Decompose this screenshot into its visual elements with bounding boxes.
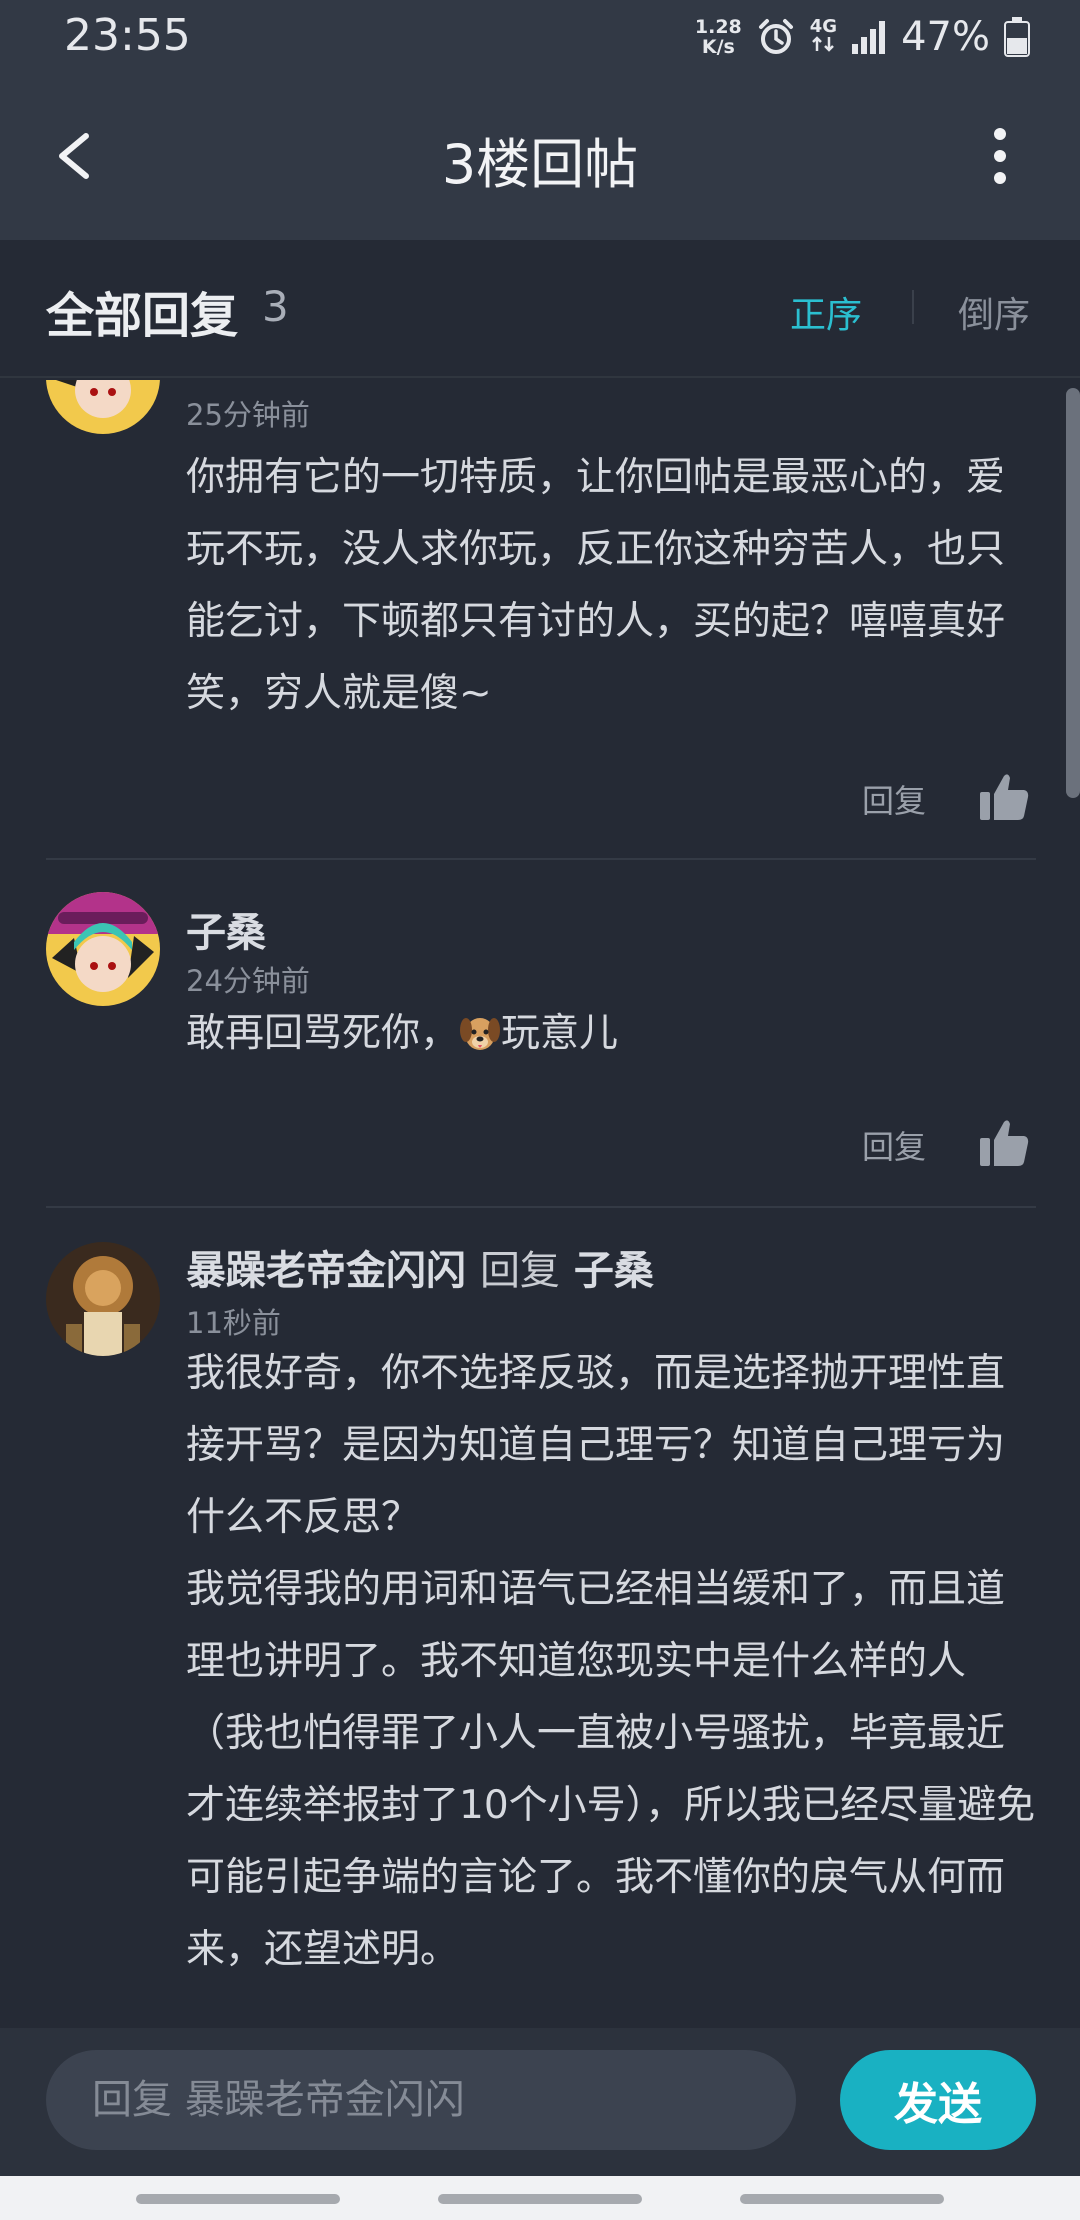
avatar-image — [46, 380, 160, 434]
battery-icon — [1004, 17, 1030, 57]
network-speed-unit: K/s — [701, 36, 735, 58]
reply-body: 敢再回骂死你， 玩意儿 — [186, 998, 1036, 1070]
avatar[interactable] — [46, 380, 160, 434]
replies-list[interactable]: 25分钟前 你拥有它的一切特质，让你回帖是最恶心的，爱玩不玩，没人求你玩，反正你… — [0, 380, 1080, 2028]
network-type: 4G — [810, 18, 837, 56]
reply-to-user[interactable]: 子桑 — [574, 1248, 654, 1294]
status-icons: 1.28 K/s 4G 47% — [695, 12, 1030, 62]
reply-author[interactable]: 子桑 — [186, 900, 266, 958]
status-time: 23:55 — [64, 10, 191, 61]
reply-divider — [46, 858, 1036, 860]
reply-divider — [46, 1206, 1036, 1208]
reply-author-line: 暴躁老帝金闪闪 回复 子桑 — [186, 1238, 654, 1296]
reply-paragraph: 我很好奇，你不选择反驳，而是选择抛开理性直接开骂？是因为知道自己理亏？知道自己理… — [186, 1351, 1006, 1540]
reply-text: 敢再回骂死你， — [186, 1011, 460, 1056]
page-title: 3楼回帖 — [441, 133, 639, 196]
network-type-label: 4G — [809, 16, 838, 37]
reply-to-label: 回复 — [479, 1248, 560, 1294]
reply-input-bar: 发送 — [0, 2028, 1080, 2176]
alarm-icon — [758, 19, 793, 54]
reply-body: 我很好奇，你不选择反驳，而是选择抛开理性直接开骂？是因为知道自己理亏？知道自己理… — [186, 1338, 1036, 1986]
more-options-button[interactable] — [960, 116, 1040, 196]
reply-paragraph: 我觉得我的用词和语气已经相当缓和了，而且道理也讲明了。我不知道您现实中是什么样的… — [186, 1567, 1036, 1972]
avatar[interactable] — [46, 892, 160, 1006]
network-speed-value: 1.28 — [694, 16, 742, 38]
reply-input[interactable] — [46, 2050, 796, 2150]
thumbs-up-icon — [980, 774, 1029, 820]
avatar-image — [46, 892, 160, 1006]
like-button[interactable] — [978, 770, 1030, 822]
data-arrows-icon — [812, 36, 835, 52]
sort-ascending-tab[interactable]: 正序 — [790, 286, 862, 338]
sort-descending-tab[interactable]: 倒序 — [958, 286, 1030, 338]
reply-time: 25分钟前 — [186, 398, 310, 432]
replies-header: 全部回复 3 正序 倒序 — [0, 240, 1080, 378]
signal-icon — [852, 21, 886, 54]
reply-button[interactable]: 回复 — [862, 1122, 926, 1168]
nav-bar: 3楼回帖 — [0, 72, 1080, 240]
scrollbar[interactable] — [1066, 388, 1080, 798]
reply-time: 24分钟前 — [186, 964, 310, 998]
app-root: 23:55 1.28 K/s 4G 47% 3楼回帖 全部回复 3 正序 倒序 … — [0, 0, 1080, 2220]
reply-time: 11秒前 — [186, 1306, 281, 1340]
avatar[interactable] — [46, 1242, 160, 1356]
network-speed: 1.28 K/s — [695, 17, 742, 57]
thumbs-up-icon — [980, 1120, 1029, 1166]
send-button[interactable]: 发送 — [840, 2050, 1036, 2150]
reply-text: 玩意儿 — [501, 1011, 619, 1056]
reply-author[interactable]: 暴躁老帝金闪闪 — [186, 1248, 466, 1294]
reply-body: 你拥有它的一切特质，让你回帖是最恶心的，爱玩不玩，没人求你玩，反正你这种穷苦人，… — [186, 455, 1006, 716]
avatar-image — [46, 1242, 160, 1356]
more-vertical-icon — [994, 128, 1006, 184]
sort-divider — [912, 290, 914, 324]
like-button[interactable] — [978, 1116, 1030, 1168]
gesture-pill-right[interactable] — [740, 2194, 944, 2204]
replies-title: 全部回复 — [46, 288, 239, 344]
replies-count: 3 — [262, 282, 289, 331]
dog-face-emoji — [460, 1018, 501, 1050]
reply-button[interactable]: 回复 — [862, 776, 926, 822]
system-gesture-bar — [0, 2176, 1080, 2220]
battery-percent: 47% — [901, 14, 990, 60]
gesture-pill-center[interactable] — [438, 2194, 642, 2204]
gesture-pill-left[interactable] — [136, 2194, 340, 2204]
status-bar: 23:55 1.28 K/s 4G 47% — [0, 0, 1080, 72]
